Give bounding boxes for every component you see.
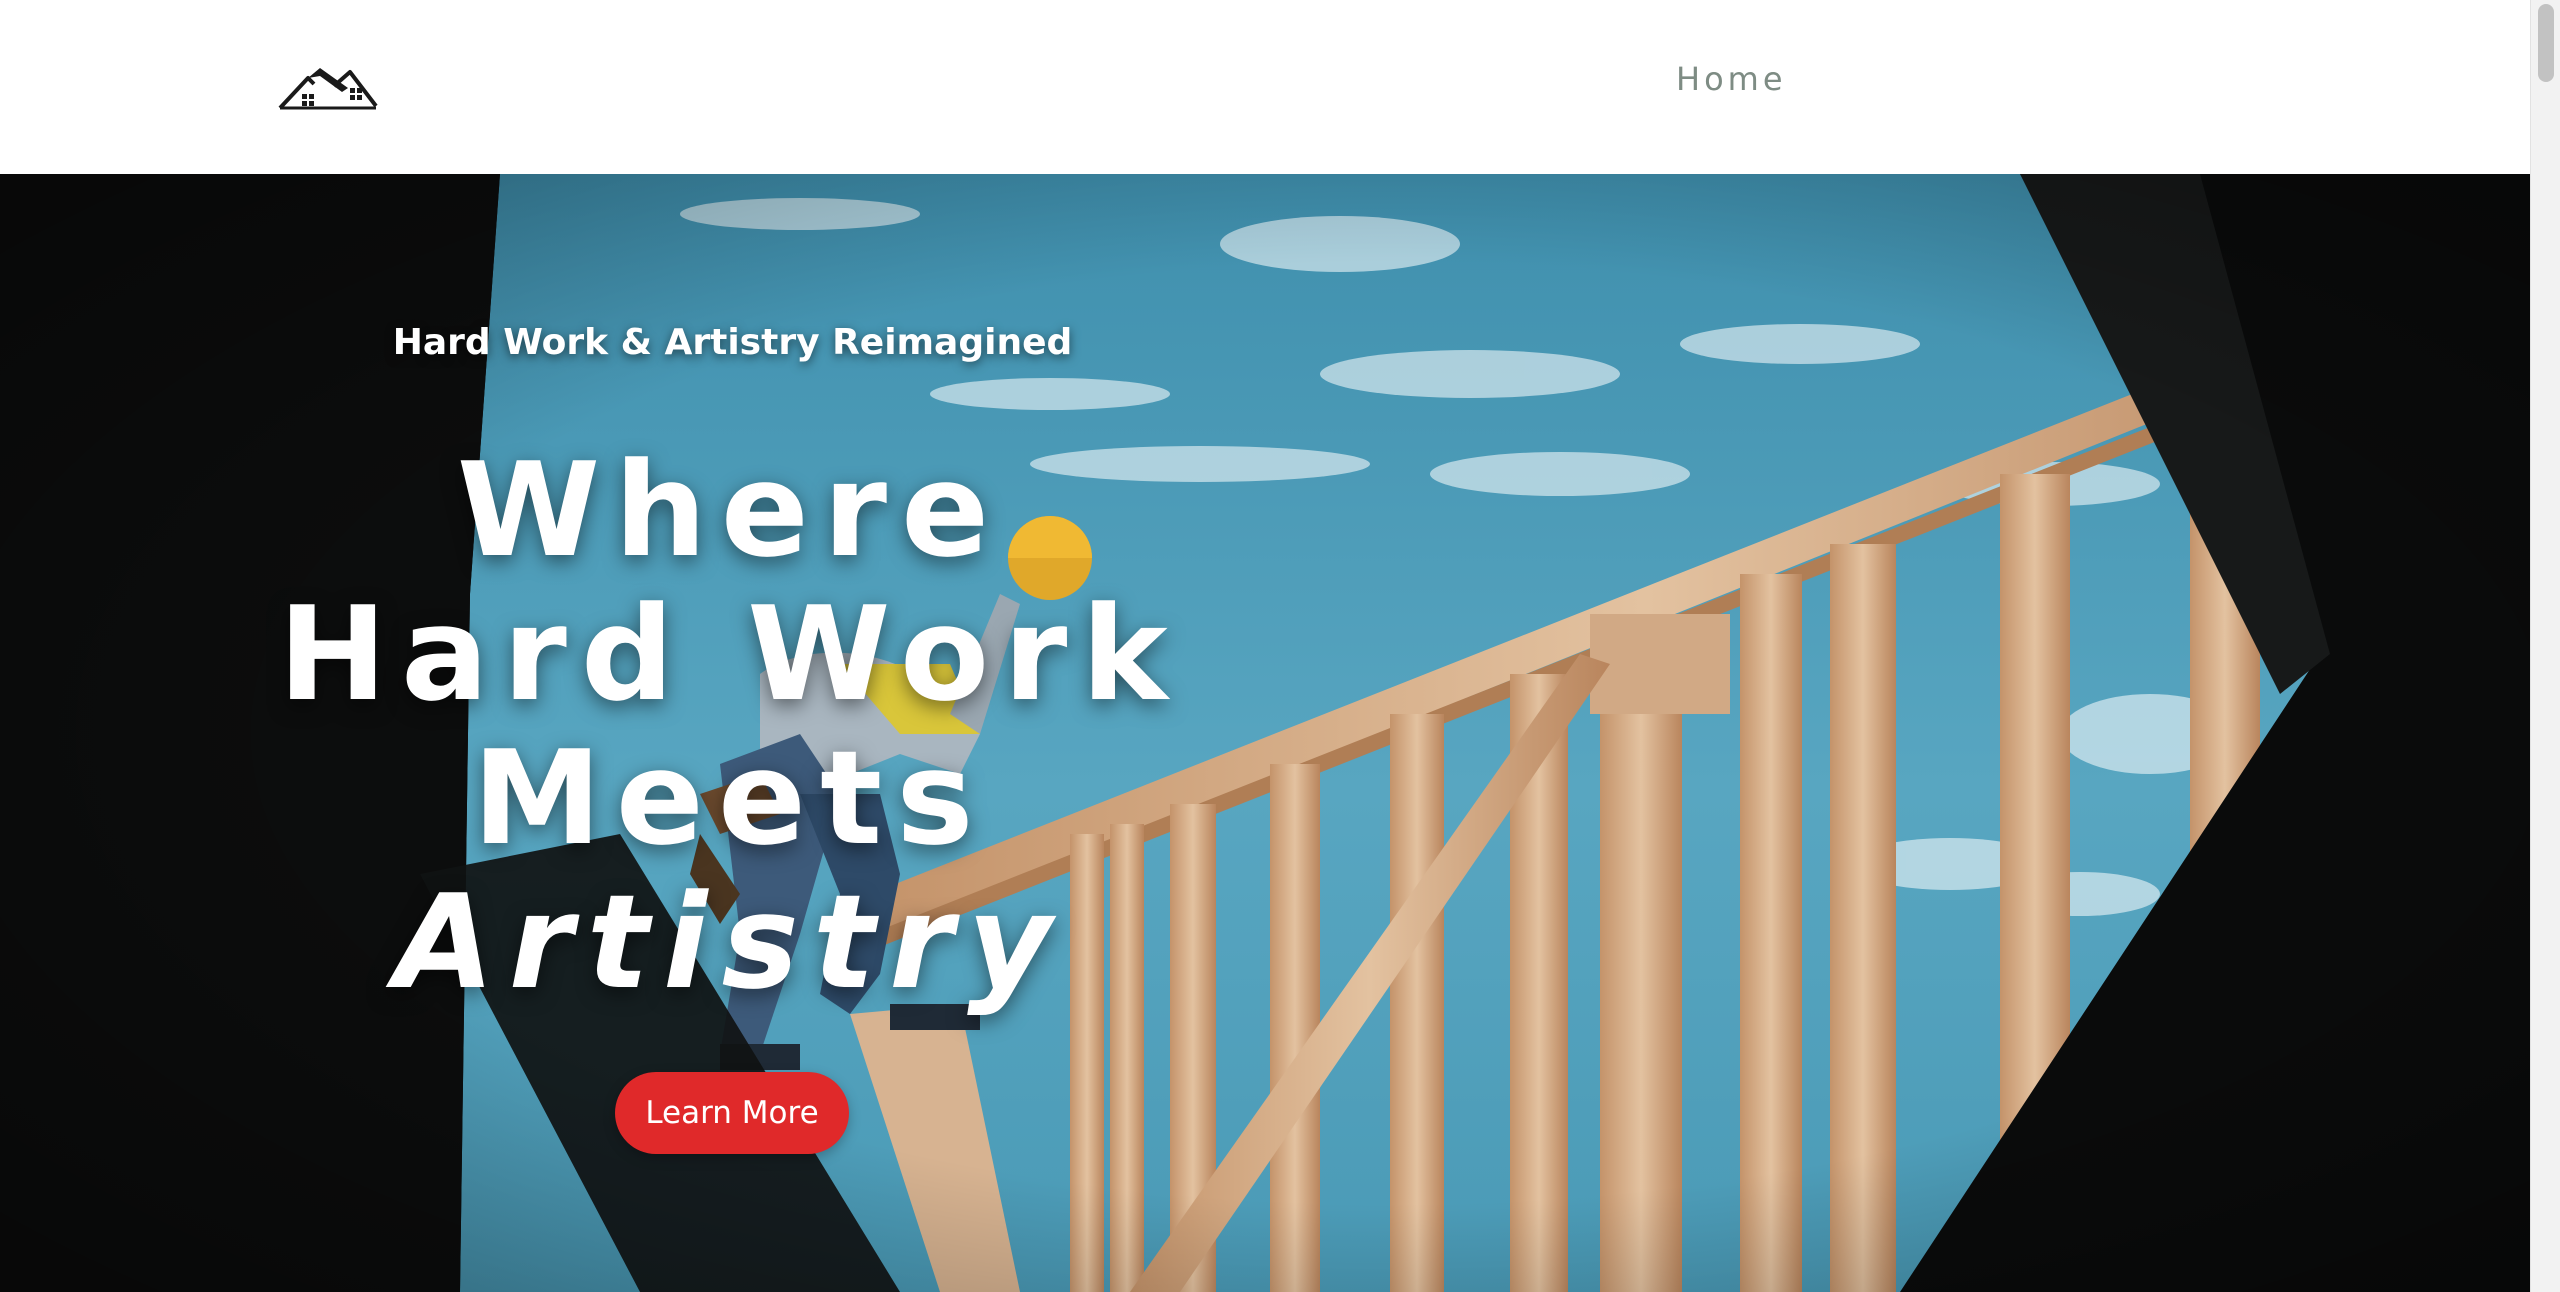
hero-title: Where Hard Work Meets Artistry <box>210 438 1250 1014</box>
page-scrollbar[interactable] <box>2530 0 2560 1292</box>
hero-title-line: Where <box>456 434 1004 586</box>
house-roof-logo-icon <box>278 68 378 110</box>
home-logo-link[interactable] <box>278 64 378 112</box>
scrollbar-thumb[interactable] <box>2538 4 2554 82</box>
hero-title-line: Hard Work <box>278 578 1182 730</box>
learn-more-button[interactable]: Learn More <box>615 1072 849 1154</box>
nav-home-link[interactable]: Home <box>1676 60 1787 98</box>
site-header: Home <box>0 0 2530 174</box>
hero-title-line-italic: Artistry <box>394 866 1066 1018</box>
hero-section: Hard Work & Artistry Reimagined Where Ha… <box>0 174 2530 1292</box>
hero-eyebrow: Hard Work & Artistry Reimagined <box>392 322 1073 363</box>
page: Home Hard Work & Artistry Reimagined Whe… <box>0 0 2530 1292</box>
hero-title-line: Meets <box>472 722 988 874</box>
